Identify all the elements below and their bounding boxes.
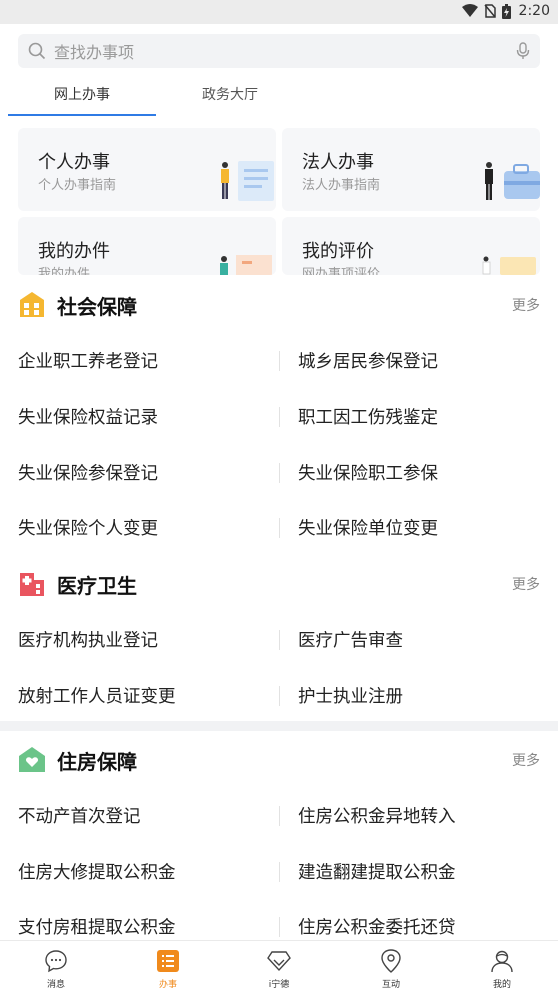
tabbar-label: 我的 bbox=[492, 980, 511, 990]
list-row: 失业保险参保登记 失业保险职工参保 bbox=[0, 452, 558, 492]
divider bbox=[279, 630, 280, 650]
list-row: 住房大修提取公积金 建造翻建提取公积金 bbox=[0, 851, 558, 891]
card-subtitle: 法人办事指南 bbox=[302, 178, 381, 193]
service-item[interactable]: 住房大修提取公积金 bbox=[18, 859, 176, 884]
card-legal-entity-service[interactable]: 法人办事 法人办事指南 bbox=[282, 128, 540, 211]
service-item[interactable]: 建造翻建提取公积金 bbox=[298, 859, 456, 884]
service-item[interactable]: 不动产首次登记 bbox=[18, 803, 141, 828]
divider bbox=[279, 407, 280, 427]
divider bbox=[279, 806, 280, 826]
briefcase-illustration bbox=[485, 162, 540, 200]
service-item[interactable]: 支付房租提取公积金 bbox=[18, 914, 176, 939]
card-subtitle: 网办事项评价 bbox=[302, 267, 381, 275]
service-item[interactable]: 失业保险权益记录 bbox=[18, 404, 158, 429]
more-link[interactable]: 更多 bbox=[512, 574, 540, 594]
card-subtitle: 个人办事指南 bbox=[38, 178, 117, 193]
message-icon bbox=[45, 950, 67, 973]
tabbar-interaction[interactable]: 互动 bbox=[335, 941, 447, 993]
service-item[interactable]: 职工因工伤残鉴定 bbox=[298, 404, 438, 429]
service-item[interactable]: 医疗机构执业登记 bbox=[18, 627, 158, 652]
service-item[interactable]: 放射工作人员证变更 bbox=[18, 683, 176, 708]
section-separator bbox=[0, 721, 558, 731]
search-bar[interactable]: 查找办事项 bbox=[18, 34, 540, 68]
person-guide-illustration bbox=[221, 161, 274, 201]
card-title: 个人办事 bbox=[38, 152, 110, 173]
battery-icon bbox=[501, 3, 511, 19]
section-title: 医疗卫生 bbox=[57, 574, 137, 598]
list-row: 放射工作人员证变更 护士执业注册 bbox=[0, 675, 558, 715]
service-item[interactable]: 医疗广告审查 bbox=[298, 627, 403, 652]
card-personal-service[interactable]: 个人办事 个人办事指南 bbox=[18, 128, 276, 211]
tabbar-profile[interactable]: 我的 bbox=[446, 941, 558, 993]
list-row: 企业职工养老登记 城乡居民参保登记 bbox=[0, 340, 558, 380]
microphone-icon[interactable] bbox=[516, 42, 530, 60]
no-sim-icon bbox=[483, 4, 496, 18]
bottom-tab-bar: 消息 办事 i宁德 互动 我的 bbox=[0, 940, 558, 993]
section-header-housing: 住房保障 更多 bbox=[0, 742, 558, 776]
divider bbox=[279, 862, 280, 882]
tabbar-services[interactable]: 办事 bbox=[112, 941, 224, 993]
card-my-reviews[interactable]: 我的评价 网办事项评价 bbox=[282, 217, 540, 275]
diamond-icon bbox=[267, 951, 291, 972]
section-title: 社会保障 bbox=[57, 295, 137, 319]
card-my-cases[interactable]: 我的办件 我的办件 bbox=[18, 217, 276, 275]
list-row: 失业保险个人变更 失业保险单位变更 bbox=[0, 507, 558, 547]
list-row: 失业保险权益记录 职工因工伤残鉴定 bbox=[0, 396, 558, 436]
review-illustration bbox=[482, 256, 536, 275]
documents-illustration bbox=[220, 255, 272, 275]
service-item[interactable]: 失业保险单位变更 bbox=[298, 515, 438, 540]
divider bbox=[279, 686, 280, 706]
section-title: 住房保障 bbox=[57, 750, 137, 774]
divider bbox=[279, 463, 280, 483]
wifi-icon bbox=[461, 4, 478, 17]
service-item[interactable]: 护士执业注册 bbox=[298, 683, 403, 708]
divider bbox=[279, 518, 280, 538]
search-input[interactable]: 查找办事项 bbox=[54, 39, 516, 63]
service-item[interactable]: 失业保险参保登记 bbox=[18, 460, 158, 485]
tabbar-messages[interactable]: 消息 bbox=[0, 941, 112, 993]
search-icon bbox=[28, 42, 46, 60]
service-item[interactable]: 失业保险职工参保 bbox=[298, 460, 438, 485]
more-link[interactable]: 更多 bbox=[512, 750, 540, 770]
tabbar-label: 互动 bbox=[381, 980, 400, 990]
service-item[interactable]: 企业职工养老登记 bbox=[18, 348, 158, 373]
list-row: 医疗机构执业登记 医疗广告审查 bbox=[0, 619, 558, 659]
card-title: 我的评价 bbox=[302, 241, 374, 262]
tab-online-service[interactable]: 网上办事 bbox=[8, 78, 156, 116]
tabbar-label: i宁德 bbox=[268, 980, 290, 990]
more-link[interactable]: 更多 bbox=[512, 295, 540, 315]
list-row: 不动产首次登记 住房公积金异地转入 bbox=[0, 795, 558, 835]
divider bbox=[279, 917, 280, 937]
status-icons: 2:20 bbox=[461, 3, 550, 19]
card-title: 法人办事 bbox=[302, 152, 374, 173]
service-item[interactable]: 城乡居民参保登记 bbox=[298, 348, 438, 373]
location-icon bbox=[381, 949, 401, 973]
tab-government-hall[interactable]: 政务大厅 bbox=[156, 78, 304, 116]
service-item[interactable]: 住房公积金委托还贷 bbox=[298, 914, 456, 939]
tabbar-label: 办事 bbox=[158, 980, 177, 990]
list-icon bbox=[157, 950, 179, 972]
section-header-medical: 医疗卫生 更多 bbox=[0, 566, 558, 600]
service-item[interactable]: 失业保险个人变更 bbox=[18, 515, 158, 540]
card-subtitle: 我的办件 bbox=[38, 267, 91, 275]
house-heart-icon bbox=[19, 747, 45, 772]
tabbar-ningde[interactable]: i宁德 bbox=[223, 941, 335, 993]
section-header-social-security: 社会保障 更多 bbox=[0, 287, 558, 321]
user-icon bbox=[491, 950, 513, 973]
tab-bar: 网上办事 政务大厅 bbox=[0, 78, 558, 118]
card-title: 我的办件 bbox=[38, 241, 110, 262]
hospital-icon bbox=[20, 573, 44, 596]
building-icon bbox=[20, 292, 44, 317]
status-bar: 2:20 bbox=[0, 0, 558, 24]
divider bbox=[279, 351, 280, 371]
service-item[interactable]: 住房公积金异地转入 bbox=[298, 803, 456, 828]
status-time: 2:20 bbox=[518, 3, 550, 19]
tabbar-label: 消息 bbox=[46, 980, 65, 990]
